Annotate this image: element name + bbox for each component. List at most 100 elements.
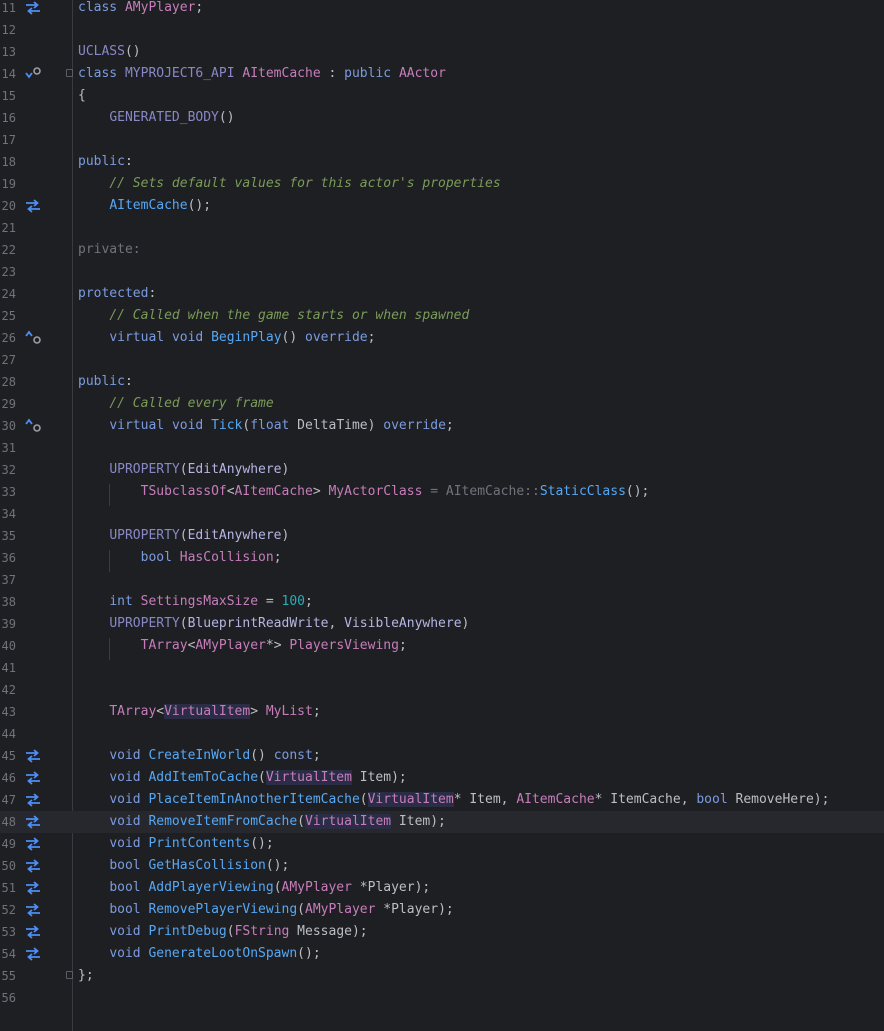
code-line[interactable]: 26 virtual void BeginPlay() override; bbox=[0, 327, 884, 349]
code-line[interactable]: 20 AItemCache(); bbox=[0, 195, 884, 217]
navigate-to-implementation-icon[interactable] bbox=[22, 899, 44, 921]
navigate-to-implementation-icon[interactable] bbox=[22, 833, 44, 855]
fold-marker-icon[interactable] bbox=[66, 971, 73, 979]
code-token: : bbox=[148, 286, 157, 301]
code-token: ( bbox=[297, 814, 305, 829]
navigate-to-implementation-icon[interactable] bbox=[22, 921, 44, 943]
code-token: ( bbox=[179, 528, 188, 543]
overrides-method-icon[interactable] bbox=[22, 415, 44, 437]
code-line[interactable]: 33 TSubclassOf<AItemCache> MyActorClass … bbox=[0, 481, 884, 503]
code-token: MYPROJECT6_API bbox=[124, 66, 235, 81]
code-line[interactable]: 40 TArray<AMyPlayer*> PlayersViewing; bbox=[0, 635, 884, 657]
code-line[interactable]: 13 UCLASS() bbox=[0, 41, 884, 63]
code-token: EditAnywhere bbox=[187, 528, 282, 543]
line-number: 21 bbox=[1, 221, 16, 235]
code-token: (); bbox=[265, 858, 290, 873]
code-token: AddPlayerViewing bbox=[148, 880, 274, 895]
code-line[interactable]: 51 bool AddPlayerViewing(AMyPlayer *Play… bbox=[0, 877, 884, 899]
fold-marker-icon[interactable] bbox=[66, 69, 73, 77]
code-token: ; bbox=[195, 0, 204, 15]
code-line[interactable]: 55}; bbox=[0, 965, 884, 987]
code-line[interactable]: 36 bool HasCollision; bbox=[0, 547, 884, 569]
code-token: (); bbox=[250, 836, 274, 851]
navigate-to-implementation-icon[interactable] bbox=[22, 855, 44, 877]
code-text: bool AddPlayerViewing(AMyPlayer *Player)… bbox=[78, 877, 430, 899]
has-subclasses-icon[interactable] bbox=[22, 63, 44, 85]
code-line[interactable]: 23 bbox=[0, 261, 884, 283]
overrides-method-icon[interactable] bbox=[22, 327, 44, 349]
code-line[interactable]: 53 void PrintDebug(FString Message); bbox=[0, 921, 884, 943]
code-line[interactable]: 35 UPROPERTY(EditAnywhere) bbox=[0, 525, 884, 547]
navigate-to-implementation-icon[interactable] bbox=[22, 767, 44, 789]
code-token: * ItemCache, bbox=[594, 792, 697, 807]
code-line[interactable]: 28 public: bbox=[0, 371, 884, 393]
code-line[interactable]: 37 bbox=[0, 569, 884, 591]
code-line[interactable]: 52 bool RemovePlayerViewing(AMyPlayer *P… bbox=[0, 899, 884, 921]
code-line[interactable]: 29 // Called every frame bbox=[0, 393, 884, 415]
navigate-to-implementation-icon[interactable] bbox=[22, 789, 44, 811]
code-line[interactable]: 18 public: bbox=[0, 151, 884, 173]
code-token: AItemCache bbox=[242, 66, 321, 81]
code-line[interactable]: 14 class MYPROJECT6_API AItemCache : publ… bbox=[0, 63, 884, 85]
code-line[interactable]: 44 bbox=[0, 723, 884, 745]
code-token: UCLASS bbox=[78, 44, 125, 59]
code-line[interactable]: 12 bbox=[0, 19, 884, 41]
code-token: TArray bbox=[140, 638, 188, 653]
line-number: 51 bbox=[1, 881, 16, 895]
code-token: ; bbox=[445, 418, 454, 433]
code-token: HasCollision bbox=[179, 550, 274, 565]
code-text: void GenerateLootOnSpawn(); bbox=[78, 943, 321, 965]
code-line[interactable]: 17 bbox=[0, 129, 884, 151]
code-line[interactable]: 30 virtual void Tick(float DeltaTime) ov… bbox=[0, 415, 884, 437]
code-line[interactable]: 22 private: bbox=[0, 239, 884, 261]
navigate-to-implementation-icon[interactable] bbox=[22, 943, 44, 965]
code-line[interactable]: 56 bbox=[0, 987, 884, 1009]
code-line[interactable]: 42 bbox=[0, 679, 884, 701]
code-line[interactable]: 45 void CreateInWorld() const; bbox=[0, 745, 884, 767]
code-line[interactable]: 32 UPROPERTY(EditAnywhere) bbox=[0, 459, 884, 481]
code-text: UPROPERTY(BlueprintReadWrite, VisibleAny… bbox=[78, 613, 469, 635]
navigate-to-implementation-icon[interactable] bbox=[22, 745, 44, 767]
code-line[interactable]: 11 class AMyPlayer; bbox=[0, 0, 884, 19]
code-line[interactable]: 54 void GenerateLootOnSpawn(); bbox=[0, 943, 884, 965]
code-line[interactable]: 21 bbox=[0, 217, 884, 239]
code-token: AActor bbox=[398, 66, 446, 81]
line-number: 53 bbox=[1, 925, 16, 939]
code-token: *> bbox=[265, 638, 290, 653]
code-token: GenerateLootOnSpawn bbox=[148, 946, 298, 961]
code-line[interactable]: 50 bool GetHasCollision(); bbox=[0, 855, 884, 877]
code-line[interactable]: 31 bbox=[0, 437, 884, 459]
code-line[interactable]: 48 void RemoveItemFromCache(VirtualItem … bbox=[0, 811, 884, 833]
navigate-to-implementation-icon[interactable] bbox=[22, 195, 44, 217]
indent-guide bbox=[109, 484, 110, 506]
code-text: TArray<VirtualItem> MyList; bbox=[78, 701, 321, 723]
code-line[interactable]: 47 void PlaceItemInAnotherItemCache(Virt… bbox=[0, 789, 884, 811]
code-line[interactable]: 34 bbox=[0, 503, 884, 525]
code-token: void bbox=[109, 792, 141, 807]
code-line[interactable]: 25 // Called when the game starts or whe… bbox=[0, 305, 884, 327]
code-text: GENERATED_BODY() bbox=[78, 107, 234, 129]
code-line[interactable]: 16 GENERATED_BODY() bbox=[0, 107, 884, 129]
navigate-to-implementation-icon[interactable] bbox=[22, 877, 44, 899]
code-line[interactable]: 46 void AddItemToCache(VirtualItem Item)… bbox=[0, 767, 884, 789]
code-line[interactable]: 19 // Sets default values for this actor… bbox=[0, 173, 884, 195]
code-line[interactable]: 24 protected: bbox=[0, 283, 884, 305]
code-line[interactable]: 15 { bbox=[0, 85, 884, 107]
line-number: 47 bbox=[1, 793, 16, 807]
code-editor[interactable]: 11 class AMyPlayer; 12 13 UCLASS() 14 class MY… bbox=[0, 0, 884, 1031]
code-token: AMyPlayer bbox=[305, 902, 376, 917]
code-token: (); bbox=[297, 946, 321, 961]
code-line[interactable]: 39 UPROPERTY(BlueprintReadWrite, Visible… bbox=[0, 613, 884, 635]
code-line[interactable]: 41 bbox=[0, 657, 884, 679]
navigate-to-implementation-icon[interactable] bbox=[22, 0, 44, 19]
code-line[interactable]: 38 int SettingsMaxSize = 100; bbox=[0, 591, 884, 613]
code-token: class bbox=[78, 66, 118, 81]
code-token: protected bbox=[78, 286, 149, 301]
navigate-to-implementation-icon[interactable] bbox=[22, 811, 44, 833]
code-line[interactable]: 43 TArray<VirtualItem> MyList; bbox=[0, 701, 884, 723]
code-line[interactable]: 49 void PrintContents(); bbox=[0, 833, 884, 855]
code-line[interactable]: 27 bbox=[0, 349, 884, 371]
